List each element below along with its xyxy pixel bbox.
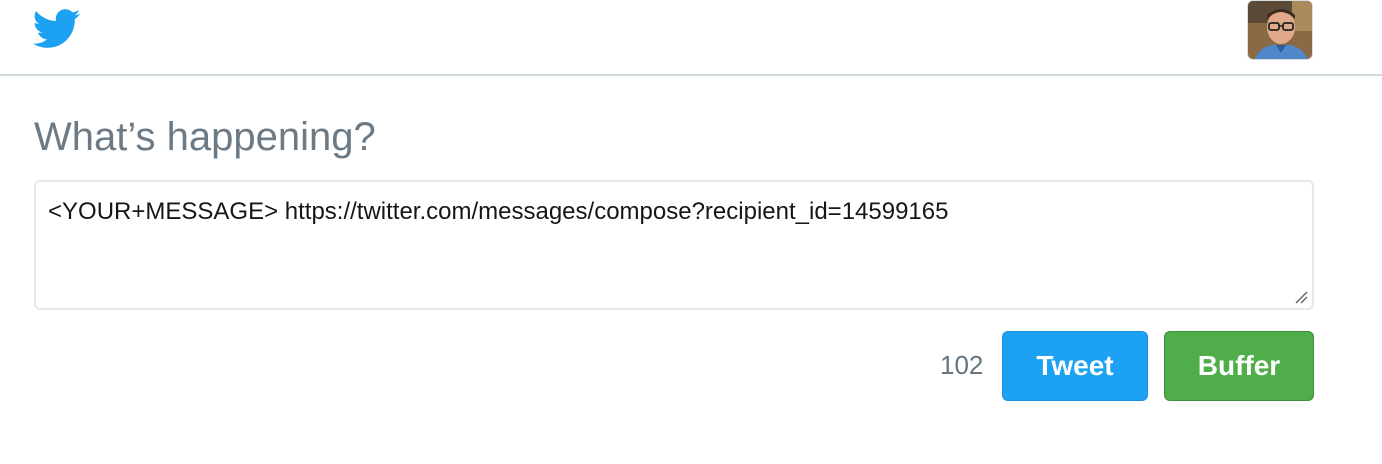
user-avatar[interactable] [1247, 0, 1313, 60]
resize-handle-icon[interactable] [1294, 290, 1308, 304]
top-bar [0, 0, 1382, 76]
character-counter: 102 [940, 350, 984, 380]
page-title: What’s happening? [34, 115, 376, 159]
avatar-image [1248, 1, 1312, 59]
twitter-bird-icon[interactable] [33, 9, 81, 49]
buffer-button[interactable]: Buffer [1164, 331, 1314, 401]
tweet-compose-box[interactable]: <YOUR+MESSAGE> https://twitter.com/messa… [34, 180, 1314, 310]
tweet-text-input[interactable]: <YOUR+MESSAGE> https://twitter.com/messa… [48, 198, 948, 226]
tweet-button[interactable]: Tweet [1002, 331, 1148, 401]
